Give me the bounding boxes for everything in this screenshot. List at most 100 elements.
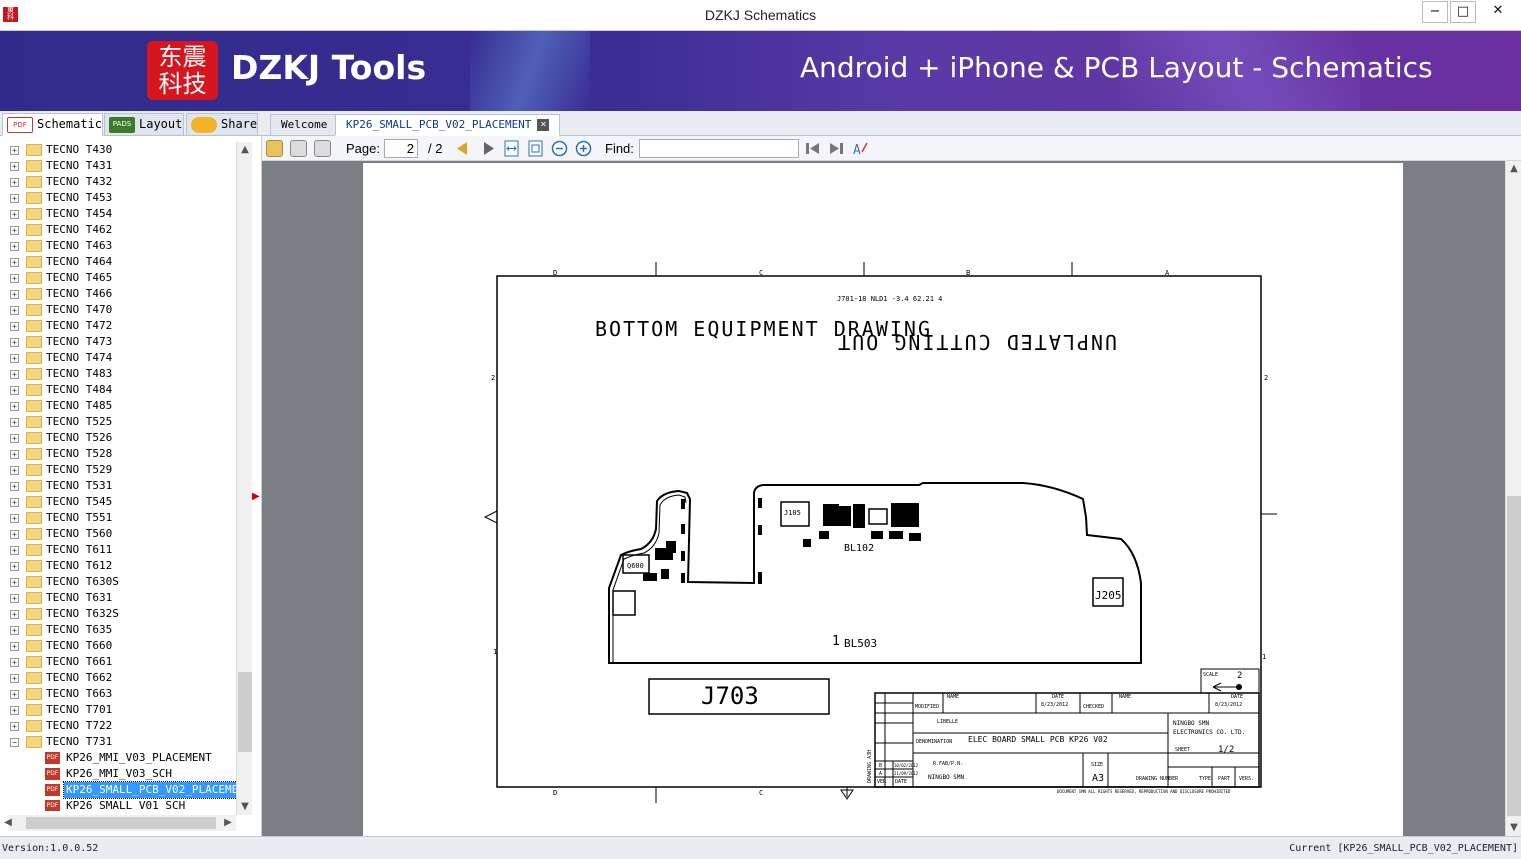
expand-toggle-icon[interactable]: + xyxy=(10,162,19,171)
zoom-out-icon[interactable] xyxy=(551,140,568,157)
tree-vertical-scrollbar[interactable]: ▲ ▼ xyxy=(236,142,252,815)
find-input[interactable] xyxy=(639,139,799,158)
highlight-text-icon[interactable]: A xyxy=(852,140,869,157)
expand-toggle-icon[interactable]: + xyxy=(10,418,19,427)
expand-toggle-icon[interactable]: + xyxy=(10,626,19,635)
copy-page-icon[interactable] xyxy=(290,140,307,157)
scroll-left-arrow-icon[interactable]: ◀ xyxy=(0,815,16,831)
expand-toggle-icon[interactable]: + xyxy=(10,242,19,251)
expand-toggle-icon[interactable]: − xyxy=(10,738,19,747)
tree-folder[interactable]: + TECNO T431 xyxy=(0,158,236,174)
tree-folder[interactable]: + TECNO T525 xyxy=(0,414,236,430)
tree-folder[interactable]: + TECNO T483 xyxy=(0,366,236,382)
tree-folder[interactable]: + TECNO T463 xyxy=(0,238,236,254)
tree-folder[interactable]: + TECNO T465 xyxy=(0,270,236,286)
viewer-vertical-scrollbar[interactable]: ▲ ▼ xyxy=(1505,161,1521,836)
expand-toggle-icon[interactable]: + xyxy=(10,258,19,267)
expand-toggle-icon[interactable]: + xyxy=(10,642,19,651)
tree-file[interactable]: PDF KP26_MMI_V03_PLACEMENT xyxy=(0,750,236,766)
tree-folder[interactable]: + TECNO T466 xyxy=(0,286,236,302)
find-next-icon[interactable] xyxy=(828,140,845,157)
tree-folder[interactable]: + TECNO T472 xyxy=(0,318,236,334)
expand-toggle-icon[interactable]: + xyxy=(10,386,19,395)
fit-page-icon[interactable] xyxy=(527,140,544,157)
scroll-right-arrow-icon[interactable]: ▶ xyxy=(220,815,236,831)
pdf-viewer[interactable]: D C B A D C 2 2 1 1 J701-18 NLD1 -3.4 62… xyxy=(262,161,1505,836)
tree-folder[interactable]: + TECNO T722 xyxy=(0,718,236,734)
expand-toggle-icon[interactable]: + xyxy=(10,178,19,187)
close-tab-icon[interactable]: × xyxy=(537,119,550,131)
tree-folder[interactable]: + TECNO T526 xyxy=(0,430,236,446)
expand-toggle-icon[interactable]: + xyxy=(10,498,19,507)
expand-toggle-icon[interactable]: + xyxy=(10,594,19,603)
maximize-button[interactable]: □ xyxy=(1450,1,1476,23)
expand-toggle-icon[interactable]: + xyxy=(10,722,19,731)
next-page-icon[interactable] xyxy=(480,140,497,157)
tree-folder[interactable]: + TECNO T612 xyxy=(0,558,236,574)
expand-toggle-icon[interactable]: + xyxy=(10,562,19,571)
tree-folder[interactable]: + TECNO T473 xyxy=(0,334,236,350)
minimize-button[interactable]: − xyxy=(1422,1,1448,23)
tree-folder[interactable]: + TECNO T529 xyxy=(0,462,236,478)
scroll-thumb[interactable] xyxy=(238,672,252,752)
expand-toggle-icon[interactable]: + xyxy=(10,706,19,715)
tree-folder[interactable]: + TECNO T474 xyxy=(0,350,236,366)
tab-schematic[interactable]: PDF Schematic xyxy=(2,113,103,136)
expand-toggle-icon[interactable]: + xyxy=(10,434,19,443)
tree-folder[interactable]: + TECNO T662 xyxy=(0,670,236,686)
scroll-thumb[interactable] xyxy=(1507,496,1521,816)
tree-folder[interactable]: + TECNO T663 xyxy=(0,686,236,702)
expand-toggle-icon[interactable]: + xyxy=(10,274,19,283)
tree-folder[interactable]: + TECNO T660 xyxy=(0,638,236,654)
fit-width-icon[interactable] xyxy=(503,140,520,157)
tree-horizontal-scrollbar[interactable]: ◀ ▶ xyxy=(4,815,236,831)
open-file-icon[interactable] xyxy=(266,140,283,157)
expand-toggle-icon[interactable]: + xyxy=(10,450,19,459)
tree-folder[interactable]: + TECNO T454 xyxy=(0,206,236,222)
tree-folder[interactable]: + TECNO T551 xyxy=(0,510,236,526)
tree-file[interactable]: PDF KP26_SMALL_PCB_V02_PLACEMENT xyxy=(0,781,236,799)
expand-toggle-icon[interactable]: + xyxy=(10,226,19,235)
scroll-down-arrow-icon[interactable]: ▼ xyxy=(237,799,253,815)
tree-folder[interactable]: + TECNO T453 xyxy=(0,190,236,206)
tab-document[interactable]: KP26_SMALL_PCB_V02_PLACEMENT × xyxy=(335,114,561,136)
expand-toggle-icon[interactable]: + xyxy=(10,546,19,555)
expand-toggle-icon[interactable]: + xyxy=(10,338,19,347)
scroll-down-arrow-icon[interactable]: ▼ xyxy=(1506,820,1521,836)
tree-folder[interactable]: + TECNO T430 xyxy=(0,142,236,158)
expand-toggle-icon[interactable]: + xyxy=(10,658,19,667)
tree-folder[interactable]: + TECNO T661 xyxy=(0,654,236,670)
expand-toggle-icon[interactable]: + xyxy=(10,674,19,683)
close-button[interactable]: ✕ xyxy=(1484,1,1512,23)
tree-folder[interactable]: + TECNO T462 xyxy=(0,222,236,238)
tree-folder[interactable]: + TECNO T560 xyxy=(0,526,236,542)
expand-toggle-icon[interactable]: + xyxy=(10,530,19,539)
expand-toggle-icon[interactable]: + xyxy=(10,370,19,379)
tree-folder[interactable]: + TECNO T470 xyxy=(0,302,236,318)
scroll-up-arrow-icon[interactable]: ▲ xyxy=(1506,161,1521,177)
tree-folder[interactable]: + TECNO T432 xyxy=(0,174,236,190)
tree-folder[interactable]: + TECNO T701 xyxy=(0,702,236,718)
tree-folder[interactable]: + TECNO T631 xyxy=(0,590,236,606)
expand-toggle-icon[interactable]: + xyxy=(10,482,19,491)
expand-toggle-icon[interactable]: + xyxy=(10,578,19,587)
expand-toggle-icon[interactable]: + xyxy=(10,290,19,299)
expand-toggle-icon[interactable]: + xyxy=(10,354,19,363)
zoom-in-icon[interactable] xyxy=(575,140,592,157)
tree-folder[interactable]: − TECNO T731 xyxy=(0,734,236,750)
tree-folder[interactable]: + TECNO T485 xyxy=(0,398,236,414)
tree-folder[interactable]: + TECNO T545 xyxy=(0,494,236,510)
tree-folder[interactable]: + TECNO T635 xyxy=(0,622,236,638)
tree-folder[interactable]: + TECNO T464 xyxy=(0,254,236,270)
tree-folder[interactable]: + TECNO T611 xyxy=(0,542,236,558)
tab-layout[interactable]: PADS Layout xyxy=(104,113,184,136)
expand-toggle-icon[interactable]: + xyxy=(10,514,19,523)
expand-toggle-icon[interactable]: + xyxy=(10,690,19,699)
tree-folder[interactable]: + TECNO T528 xyxy=(0,446,236,462)
pages-icon[interactable] xyxy=(314,140,331,157)
expand-toggle-icon[interactable]: + xyxy=(10,322,19,331)
expand-toggle-icon[interactable]: + xyxy=(10,146,19,155)
page-number-input[interactable] xyxy=(384,139,418,158)
tab-welcome[interactable]: Welcome xyxy=(270,114,339,136)
expand-toggle-icon[interactable]: + xyxy=(10,402,19,411)
